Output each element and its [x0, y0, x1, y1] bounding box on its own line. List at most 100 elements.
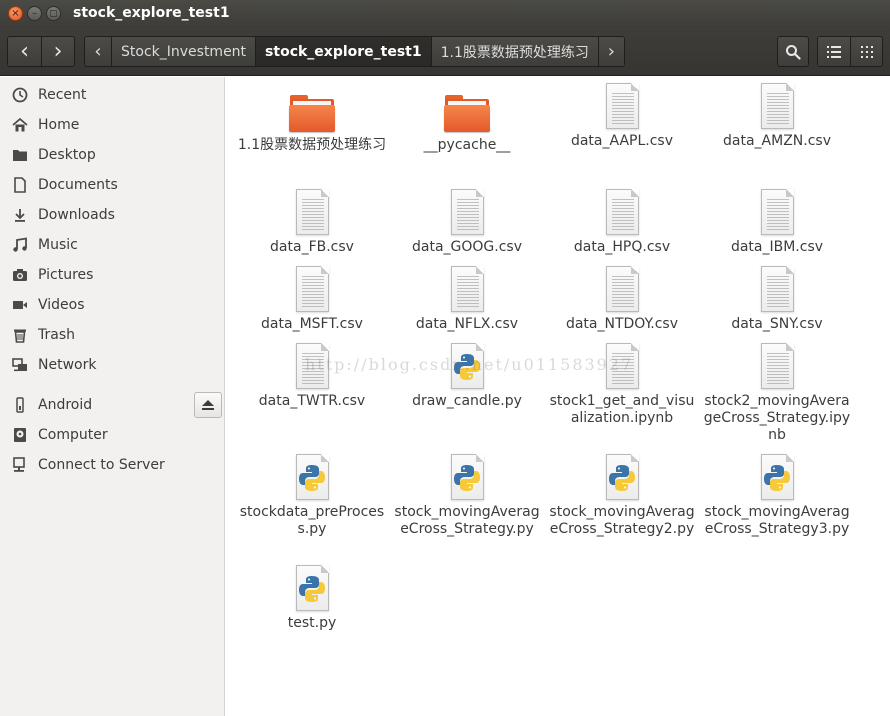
list-view-button[interactable]	[818, 37, 850, 66]
breadcrumb-stock-investment[interactable]: Stock_Investment	[111, 37, 256, 66]
file-item[interactable]: data_SNY.csv	[702, 266, 852, 333]
file-name: data_FB.csv	[270, 239, 354, 255]
view-toggle	[817, 36, 883, 67]
file-name: stock2_movingAverageCross_Strategy.ipynb	[703, 393, 851, 443]
file-item[interactable]: stock2_movingAverageCross_Strategy.ipynb	[702, 343, 852, 444]
file-item[interactable]: data_FB.csv	[237, 189, 387, 256]
chevron-right-icon: ›	[53, 38, 63, 64]
window-title: stock_explore_test1	[73, 5, 230, 21]
computer-icon	[11, 426, 29, 444]
chevron-left-icon: ‹	[20, 38, 29, 64]
file-item[interactable]: data_IBM.csv	[702, 189, 852, 256]
sidebar-item-home[interactable]: Home	[0, 111, 224, 139]
network-icon	[11, 356, 29, 374]
sidebar-item-music[interactable]: Music	[0, 231, 224, 259]
file-name: data_IBM.csv	[730, 239, 824, 255]
spreadsheet-file-icon	[598, 189, 646, 237]
spreadsheet-file-icon	[443, 189, 491, 237]
file-item[interactable]: stock_movingAverageCross_Strategy3.py	[702, 454, 852, 538]
notebook-file-icon	[753, 343, 801, 391]
file-name: data_SNY.csv	[731, 316, 823, 332]
sidebar-item-computer[interactable]: Computer	[0, 421, 224, 449]
file-item[interactable]: data_AAPL.csv	[547, 83, 697, 150]
file-name: data_HPQ.csv	[573, 239, 671, 255]
sidebar-item-pictures[interactable]: Pictures	[0, 261, 224, 289]
python-file-icon	[598, 454, 646, 502]
document-icon	[11, 176, 29, 194]
close-icon: ×	[11, 7, 20, 19]
sidebar-item-label: Desktop	[38, 147, 96, 163]
grid-view-button[interactable]	[850, 37, 882, 66]
breadcrumb-scroll-right[interactable]: ›	[597, 37, 624, 66]
file-item[interactable]: data_NFLX.csv	[392, 266, 542, 333]
sidebar-item-trash[interactable]: Trash	[0, 321, 224, 349]
sidebar-item-label: Pictures	[38, 267, 94, 283]
breadcrumb-scroll-left[interactable]: ‹	[85, 37, 111, 66]
file-name: draw_candle.py	[412, 393, 522, 409]
sidebar-item-android[interactable]: Android	[0, 391, 224, 419]
file-item[interactable]: data_TWTR.csv	[237, 343, 387, 410]
list-icon	[827, 45, 841, 58]
home-icon	[11, 116, 29, 134]
maximize-window-button[interactable]: ◻	[46, 6, 61, 21]
sidebar-item-label: Music	[38, 237, 78, 253]
file-name: test.py	[287, 615, 337, 631]
file-item[interactable]: 1.1股票数据预处理练习	[237, 87, 387, 154]
file-item[interactable]: data_NTDOY.csv	[547, 266, 697, 333]
file-name: stock_movingAverageCross_Strategy3.py	[704, 504, 850, 537]
close-window-button[interactable]: ×	[8, 6, 23, 21]
file-name: stock_movingAverageCross_Strategy.py	[394, 504, 540, 537]
file-item[interactable]: draw_candle.py	[392, 343, 542, 410]
trash-icon	[11, 326, 29, 344]
chevron-left-icon: ‹	[94, 41, 102, 62]
sidebar-item-recent[interactable]: Recent	[0, 81, 224, 109]
file-item[interactable]: data_HPQ.csv	[547, 189, 697, 256]
breadcrumb-stock-explore-test1[interactable]: stock_explore_test1	[255, 37, 431, 66]
file-name: data_AMZN.csv	[723, 133, 831, 149]
download-icon	[11, 206, 29, 224]
search-button[interactable]	[777, 36, 809, 67]
file-item[interactable]: stock_movingAverageCross_Strategy.py	[392, 454, 542, 538]
spreadsheet-file-icon	[753, 266, 801, 314]
sidebar-item-network[interactable]: Network	[0, 351, 224, 379]
forward-button[interactable]: ›	[41, 37, 74, 66]
spreadsheet-file-icon	[288, 189, 336, 237]
minimize-icon: –	[32, 7, 37, 19]
spreadsheet-file-icon	[753, 83, 801, 131]
breadcrumb-subfolder[interactable]: 1.1股票数据预处理练习	[430, 37, 598, 66]
search-icon	[786, 44, 801, 60]
sidebar-item-downloads[interactable]: Downloads	[0, 201, 224, 229]
sidebar-item-label: Videos	[38, 297, 85, 313]
eject-button[interactable]	[194, 392, 222, 418]
spreadsheet-file-icon	[753, 189, 801, 237]
file-item[interactable]: stock_movingAverageCross_Strategy2.py	[547, 454, 697, 538]
folder-icon	[288, 87, 336, 135]
minimize-window-button[interactable]: –	[27, 6, 42, 21]
back-button[interactable]: ‹	[8, 37, 41, 66]
file-item[interactable]: stock1_get_and_visualization.ipynb	[547, 343, 697, 427]
chevron-right-icon: ›	[607, 41, 615, 62]
sidebar-item-videos[interactable]: Videos	[0, 291, 224, 319]
sidebar-item-label: Connect to Server	[38, 457, 165, 473]
sidebar-item-label: Recent	[38, 87, 87, 103]
sidebar-item-documents[interactable]: Documents	[0, 171, 224, 199]
file-item[interactable]: __pycache__	[392, 87, 542, 154]
sidebar-item-label: Computer	[38, 427, 108, 443]
eject-icon	[202, 400, 214, 410]
file-name: data_NFLX.csv	[415, 316, 519, 332]
clock-icon	[11, 86, 29, 104]
spreadsheet-file-icon	[598, 266, 646, 314]
folder-icon	[11, 146, 29, 164]
file-item[interactable]: stockdata_preProcess.py	[237, 454, 387, 538]
file-item[interactable]: test.py	[237, 565, 387, 632]
sidebar-item-label: Downloads	[38, 207, 115, 223]
file-name: __pycache__	[423, 137, 511, 153]
spreadsheet-file-icon	[288, 343, 336, 391]
sidebar-item-connect-to-server[interactable]: Connect to Server	[0, 451, 224, 479]
file-item[interactable]: data_AMZN.csv	[702, 83, 852, 150]
file-item[interactable]: data_GOOG.csv	[392, 189, 542, 256]
title-bar: × – ◻ stock_explore_test1	[0, 0, 890, 28]
file-item[interactable]: data_MSFT.csv	[237, 266, 387, 333]
sidebar-item-desktop[interactable]: Desktop	[0, 141, 224, 169]
sidebar-item-label: Network	[38, 357, 97, 373]
